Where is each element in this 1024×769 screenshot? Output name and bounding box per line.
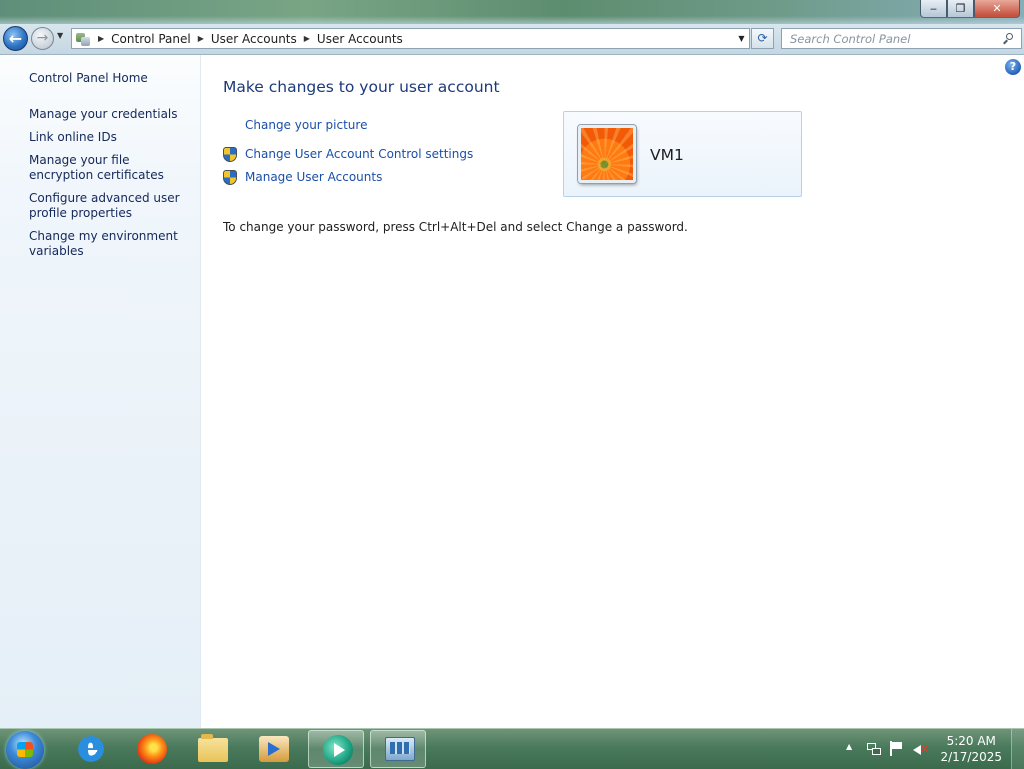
- window-titlebar: ‒ ❐ ✕: [0, 0, 1024, 24]
- taskbar-firefox[interactable]: [123, 730, 179, 768]
- maximize-button[interactable]: ❐: [947, 0, 974, 18]
- breadcrumb-user-accounts[interactable]: User Accounts: [211, 32, 297, 46]
- search-icon[interactable]: [1003, 32, 1015, 45]
- minimize-button[interactable]: ‒: [920, 0, 947, 18]
- change-picture-link[interactable]: Change your picture: [245, 118, 367, 132]
- account-name: VM1: [650, 146, 684, 164]
- close-button[interactable]: ✕: [974, 0, 1020, 18]
- taskbar-windows-explorer[interactable]: [184, 730, 240, 768]
- firefox-icon: [137, 734, 167, 764]
- taskbar-remote-desktop[interactable]: [308, 730, 364, 768]
- uac-shield-icon: [223, 147, 237, 162]
- show-desktop-button[interactable]: [1011, 729, 1024, 769]
- clock-date: 2/17/2025: [940, 750, 1002, 764]
- environment-variables-link[interactable]: Change my environment variables: [29, 229, 189, 259]
- change-uac-settings-link[interactable]: Change User Account Control settings: [245, 147, 473, 161]
- main-content: ? Make changes to your user account Chan…: [201, 55, 1024, 728]
- search-box[interactable]: [781, 28, 1022, 49]
- advanced-user-profile-link[interactable]: Configure advanced user profile properti…: [29, 191, 189, 221]
- volume-muted-icon[interactable]: [912, 741, 930, 757]
- breadcrumb-separator-icon[interactable]: ▶: [198, 34, 204, 43]
- breadcrumb-separator-icon[interactable]: ▶: [98, 34, 104, 43]
- caption-buttons: ‒ ❐ ✕: [920, 0, 1020, 19]
- page-title: Make changes to your user account: [223, 78, 500, 96]
- recent-pages-chevron-down-icon[interactable]: ▼: [57, 31, 63, 40]
- control-panel-home-link[interactable]: Control Panel Home: [29, 71, 189, 86]
- breadcrumb-user-accounts-current[interactable]: User Accounts: [317, 32, 403, 46]
- network-icon[interactable]: [866, 741, 882, 757]
- start-button[interactable]: [6, 731, 44, 769]
- media-player-icon: [259, 736, 289, 762]
- help-icon[interactable]: ?: [1005, 59, 1021, 75]
- show-hidden-icons-chevron-up-icon[interactable]: ▲: [846, 742, 852, 758]
- control-panel-icon: [385, 737, 415, 761]
- taskbar-media-player[interactable]: [245, 730, 301, 768]
- manage-user-accounts-link[interactable]: Manage User Accounts: [245, 170, 382, 184]
- taskbar-internet-explorer[interactable]: [62, 730, 118, 768]
- clock-time: 5:20 AM: [946, 734, 996, 748]
- user-account-tile: VM1: [563, 111, 802, 197]
- navigation-bar: ← → ▼ ▶ Control Panel ▶ User Accounts ▶ …: [0, 24, 1024, 55]
- internet-explorer-icon: [76, 730, 106, 765]
- left-task-pane: Control Panel Home Manage your credentia…: [0, 55, 201, 728]
- back-button[interactable]: ←: [3, 26, 28, 51]
- search-input[interactable]: [788, 30, 1002, 47]
- link-online-ids-link[interactable]: Link online IDs: [29, 130, 189, 145]
- manage-credentials-link[interactable]: Manage your credentials: [29, 107, 189, 122]
- uac-shield-icon: [223, 170, 237, 185]
- user-avatar[interactable]: [578, 125, 636, 183]
- taskbar: ▲ 5:20 AM 2/17/2025: [0, 728, 1024, 769]
- remote-desktop-icon: [323, 735, 353, 765]
- control-panel-icon: [75, 32, 91, 46]
- folder-icon: [198, 734, 228, 762]
- address-dropdown-chevron-down-icon[interactable]: ▼: [734, 34, 749, 43]
- taskbar-control-panel[interactable]: [370, 730, 426, 768]
- password-info-text: To change your password, press Ctrl+Alt+…: [223, 220, 688, 234]
- forward-button[interactable]: →: [31, 27, 54, 50]
- action-center-flag-icon[interactable]: [889, 741, 903, 757]
- clock[interactable]: 5:20 AM 2/17/2025: [940, 733, 1002, 765]
- file-encryption-certificates-link[interactable]: Manage your file encryption certificates: [29, 153, 189, 183]
- address-bar[interactable]: ▶ Control Panel ▶ User Accounts ▶ User A…: [71, 28, 750, 49]
- breadcrumb-control-panel[interactable]: Control Panel: [111, 32, 191, 46]
- breadcrumb-separator-icon[interactable]: ▶: [304, 34, 310, 43]
- refresh-button[interactable]: ⟳: [751, 28, 774, 49]
- notification-area: ▲ 5:20 AM 2/17/2025: [844, 729, 1024, 769]
